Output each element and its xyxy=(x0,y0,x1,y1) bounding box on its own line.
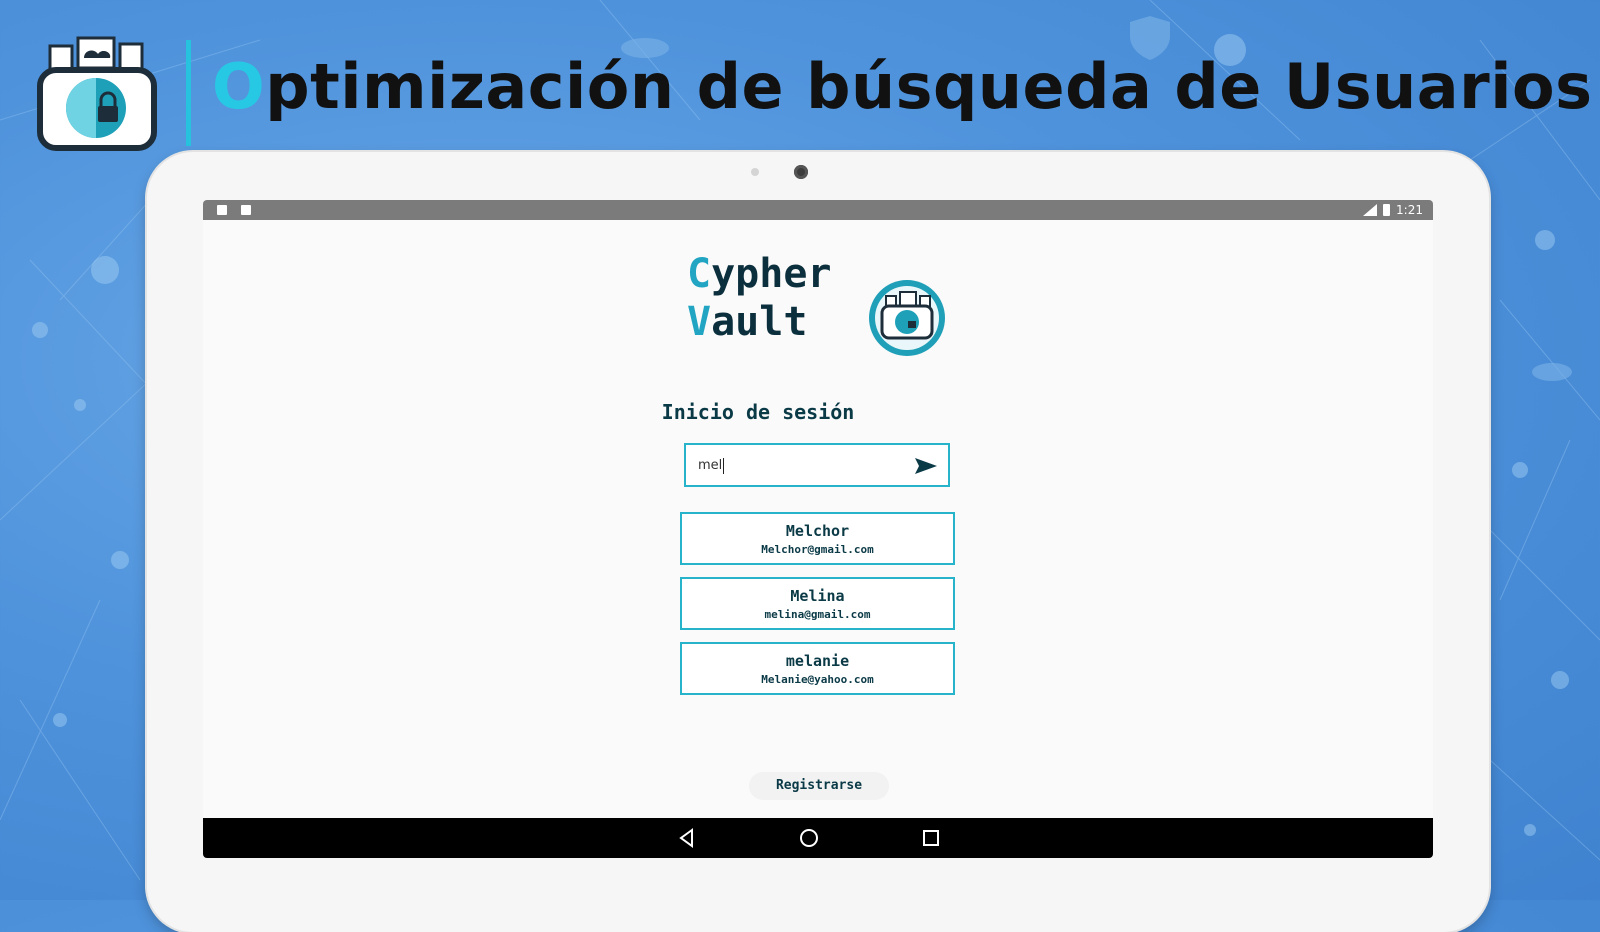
user-result-card[interactable]: Melchor Melchor@gmail.com xyxy=(680,512,955,565)
send-icon[interactable] xyxy=(914,456,938,476)
logo-v-letter: V xyxy=(687,299,712,345)
tablet-camera xyxy=(794,165,808,179)
vault-emblem-icon xyxy=(869,280,945,356)
page-title: Optimización de búsqueda de Usuarios xyxy=(212,50,1592,123)
image-icon xyxy=(241,205,251,215)
app-logo-text: Cypher Vault xyxy=(687,250,832,346)
tablet-sensor xyxy=(751,168,759,176)
user-email: Melchor@gmail.com xyxy=(761,543,874,556)
page-title-first-letter: O xyxy=(212,50,266,123)
status-time: 1:21 xyxy=(1396,203,1423,217)
logo-line2-rest: ault xyxy=(711,299,808,345)
user-name: melanie xyxy=(785,652,850,670)
sd-card-icon xyxy=(217,205,227,215)
back-icon[interactable] xyxy=(677,828,697,848)
app-screen: 1:21 Cypher Vault Inicio de sesión mel M… xyxy=(203,200,1433,858)
register-button[interactable]: Registrarse xyxy=(749,772,889,800)
login-heading: Inicio de sesión xyxy=(661,400,855,424)
user-search-input[interactable] xyxy=(698,455,908,475)
text-caret xyxy=(723,458,724,474)
signal-icon xyxy=(1363,204,1378,216)
logo-line1-rest: ypher xyxy=(711,251,832,297)
user-result-card[interactable]: Melina melina@gmail.com xyxy=(680,577,955,630)
user-name: Melina xyxy=(790,587,845,605)
android-nav-bar xyxy=(203,818,1433,858)
status-bar: 1:21 xyxy=(203,200,1433,220)
tablet-frame: 1:21 Cypher Vault Inicio de sesión mel M… xyxy=(147,152,1489,932)
title-divider xyxy=(186,40,191,146)
recents-icon[interactable] xyxy=(921,828,941,848)
user-result-card[interactable]: melanie Melanie@yahoo.com xyxy=(680,642,955,695)
user-email: melina@gmail.com xyxy=(764,608,871,621)
page-title-rest: ptimización de búsqueda de Usuarios xyxy=(265,50,1593,123)
user-email: Melanie@yahoo.com xyxy=(761,673,874,686)
logo-c-letter: C xyxy=(687,251,712,297)
home-icon[interactable] xyxy=(799,828,819,848)
cypher-vault-logo xyxy=(37,36,157,151)
battery-icon xyxy=(1383,204,1391,216)
user-name: Melchor xyxy=(785,522,850,540)
search-results-list: Melchor Melchor@gmail.com Melina melina@… xyxy=(680,512,955,707)
user-search-box xyxy=(684,443,950,487)
